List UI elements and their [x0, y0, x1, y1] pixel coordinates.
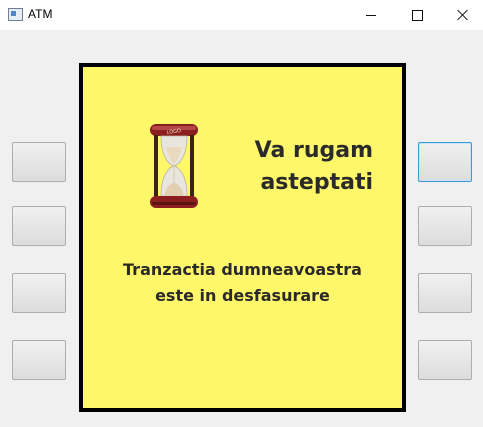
minimize-button[interactable] [348, 0, 394, 30]
maximize-icon [411, 9, 423, 21]
maximize-button[interactable] [394, 0, 440, 30]
minimize-icon [366, 14, 376, 16]
transaction-message-line-1: Tranzactia dumneavoastra [123, 260, 362, 279]
close-button[interactable] [440, 0, 483, 30]
right-side-button-4[interactable] [418, 340, 472, 380]
wait-title-line-1: Va rugam [254, 138, 373, 163]
left-side-button-3[interactable] [12, 273, 66, 313]
wait-title-line-2: asteptati [260, 170, 373, 195]
right-side-button-1[interactable] [418, 142, 472, 182]
transaction-message: Tranzactia dumneavoastra este in desfasu… [83, 257, 402, 309]
left-side-button-1[interactable] [12, 142, 66, 182]
window-title: ATM [28, 7, 53, 21]
close-icon [457, 9, 469, 21]
atm-screen: LOGO Va rugam asteptati Tranzactia dumne… [79, 63, 406, 412]
transaction-message-line-2: este in desfasurare [155, 286, 330, 305]
left-side-button-4[interactable] [12, 340, 66, 380]
right-side-button-2[interactable] [418, 206, 472, 246]
hourglass-icon: LOGO [150, 124, 198, 208]
title-bar: ATM [0, 0, 483, 30]
app-icon [8, 8, 23, 21]
right-side-button-3[interactable] [418, 273, 472, 313]
left-side-button-2[interactable] [12, 206, 66, 246]
wait-title: Va rugam asteptati [223, 135, 373, 199]
